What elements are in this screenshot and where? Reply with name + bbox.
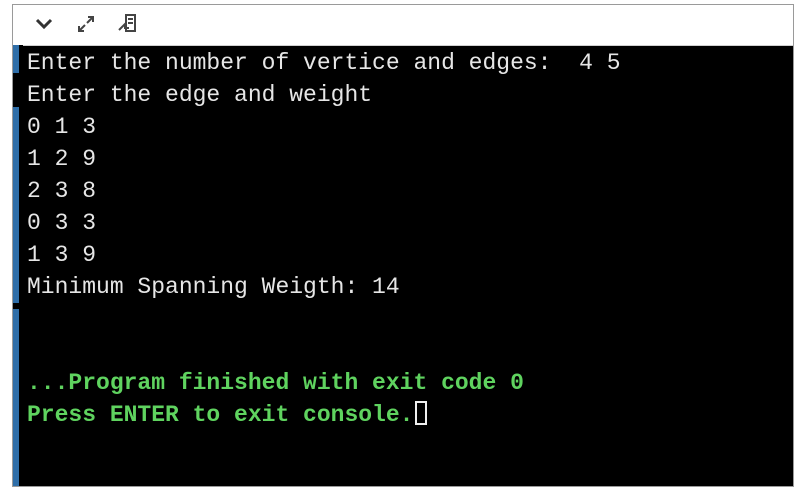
text-cursor bbox=[415, 401, 428, 425]
console-gutter bbox=[13, 45, 23, 486]
console-output[interactable]: Enter the number of vertice and edges: 4… bbox=[27, 45, 793, 486]
console-line-text: ...Program finished with exit code 0 bbox=[27, 370, 524, 396]
console-line: 0 1 3 bbox=[27, 111, 793, 143]
console-line: ...Program finished with exit code 0 bbox=[27, 367, 793, 399]
console-line: Minimum Spanning Weigth: 14 bbox=[27, 271, 793, 303]
console-line: 1 2 9 bbox=[27, 143, 793, 175]
gutter-marker bbox=[13, 309, 19, 486]
gutter-marker bbox=[13, 45, 19, 73]
console-line: Enter the number of vertice and edges: 4… bbox=[27, 47, 793, 79]
expand-icon[interactable] bbox=[73, 11, 99, 37]
console-line-text: 0 1 3 bbox=[27, 114, 97, 140]
console-line: 0 3 3 bbox=[27, 207, 793, 239]
console-line-text: Enter the edge and weight bbox=[27, 82, 373, 108]
console-line: Press ENTER to exit console. bbox=[27, 399, 793, 431]
console-line: 2 3 8 bbox=[27, 175, 793, 207]
gutter-marker bbox=[13, 107, 19, 303]
output-console-window: Enter the number of vertice and edges: 4… bbox=[12, 4, 794, 487]
console-line: 1 3 9 bbox=[27, 239, 793, 271]
share-icon[interactable] bbox=[115, 11, 141, 37]
console-line-text: 0 3 3 bbox=[27, 210, 97, 236]
console-line-text: 1 2 9 bbox=[27, 146, 97, 172]
console-line-text: Minimum Spanning Weigth: 14 bbox=[27, 274, 400, 300]
console-line: Enter the edge and weight bbox=[27, 79, 793, 111]
console-line-text: 2 3 8 bbox=[27, 178, 97, 204]
console-line-text: Enter the number of vertice and edges: 4… bbox=[27, 50, 621, 76]
chevron-down-icon[interactable] bbox=[31, 11, 57, 37]
console-line-text: 1 3 9 bbox=[27, 242, 97, 268]
console-line-text: Press ENTER to exit console. bbox=[27, 402, 414, 428]
console-toolbar bbox=[13, 5, 793, 46]
